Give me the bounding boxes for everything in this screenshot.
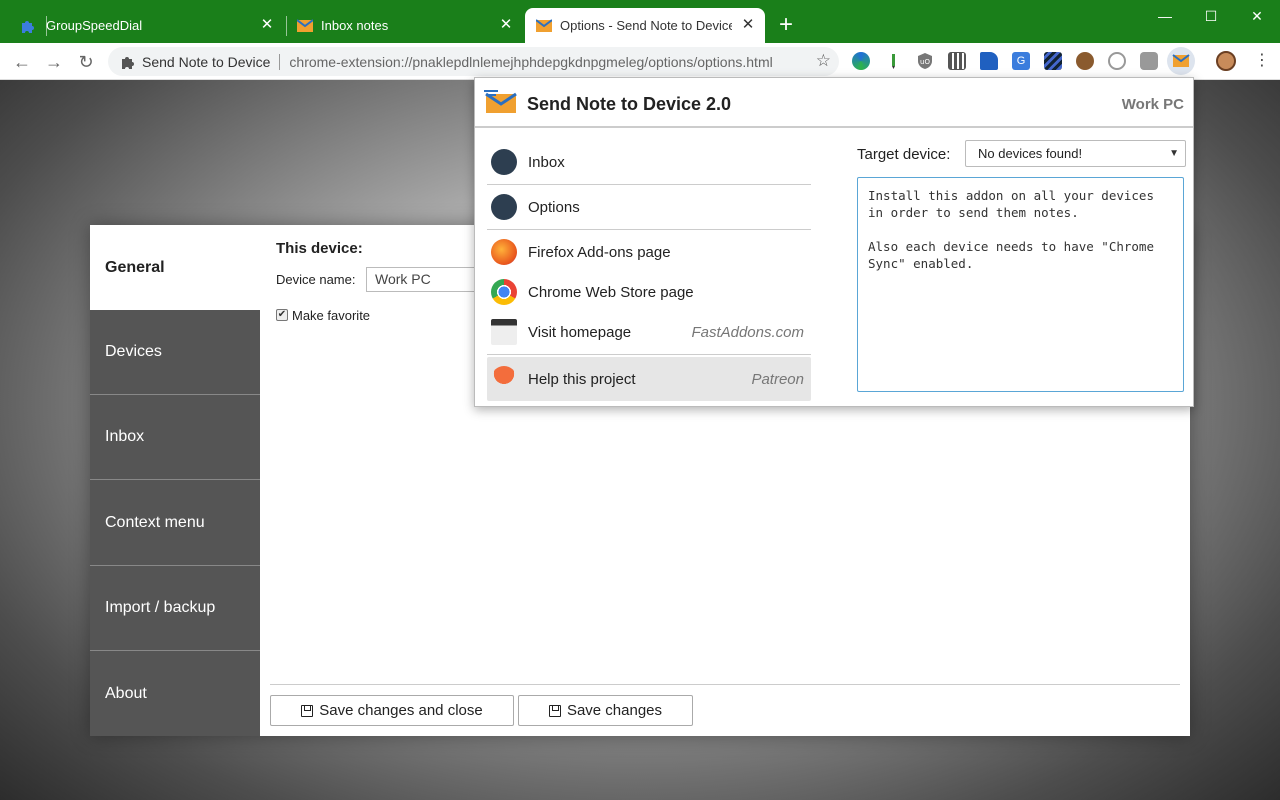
pencil-icon[interactable] (884, 52, 902, 70)
make-favorite-checkbox[interactable]: ✔ (276, 309, 288, 321)
menu-item-chrome[interactable]: Chrome Web Store page (487, 270, 811, 314)
device-name-input[interactable]: Work PC (366, 267, 486, 292)
tab-label: GroupSpeedDial (46, 18, 143, 33)
homepage-aside: FastAddons.com (691, 323, 804, 341)
maximize-button[interactable]: ☐ (1188, 4, 1234, 28)
select-value: No devices found! (978, 146, 1083, 161)
make-favorite-label: Make favorite (292, 308, 371, 323)
send-note-icon (535, 18, 553, 33)
reload-button[interactable]: ↻ (73, 49, 99, 75)
firefox-icon (491, 239, 517, 265)
close-window-button[interactable]: ✕ (1234, 4, 1280, 28)
section-title: This device: (276, 240, 363, 257)
wrench-icon (491, 194, 517, 220)
qr-icon[interactable] (948, 52, 966, 70)
parachute-icon (491, 366, 517, 392)
help-aside: Patreon (751, 370, 804, 388)
send-note-icon (296, 18, 314, 33)
homepage-icon (491, 319, 517, 345)
divider (487, 354, 811, 355)
back-button[interactable]: ← (9, 49, 35, 75)
chrome-icon (491, 279, 517, 305)
floppy-icon (301, 704, 314, 717)
popup-device-name: Work PC (1121, 96, 1184, 113)
menu-icon[interactable]: ⋮ (1254, 52, 1270, 70)
puzzle-icon[interactable] (1140, 52, 1158, 70)
tab-inbox-notes[interactable]: Inbox notes ✕ (287, 8, 523, 43)
target-device-select[interactable]: No devices found! ▼ (965, 140, 1186, 167)
ext-blue-icon[interactable] (980, 52, 998, 70)
nav-general[interactable]: General (90, 225, 260, 310)
popup-title: Send Note to Device 2.0 (527, 94, 732, 114)
profile-avatar[interactable] (1216, 51, 1236, 71)
button-label: Save changes and close (319, 702, 483, 719)
menu-item-label: Visit homepage (528, 323, 632, 341)
ublock-icon[interactable]: uO (916, 52, 934, 70)
divider (279, 53, 281, 70)
nav-import-backup[interactable]: Import / backup (90, 566, 260, 651)
menu-item-label: Firefox Add-ons page (528, 243, 671, 261)
tab-label: Inbox notes (321, 18, 389, 33)
target-device-label: Target device: (857, 146, 951, 163)
menu-item-options[interactable]: Options (487, 185, 811, 229)
translate-icon[interactable]: G (1012, 52, 1030, 70)
tab-strip: GroupSpeedDial ✕ Inbox notes ✕ Options -… (0, 0, 1280, 43)
menu-item-label: Help this project (528, 370, 636, 388)
site-title: Send Note to Device (142, 53, 271, 70)
close-tab-icon[interactable]: ✕ (739, 16, 757, 34)
menu-item-help[interactable]: Help this project Patreon (487, 357, 811, 401)
address-bar[interactable]: Send Note to Device chrome-extension://p… (108, 47, 839, 76)
popup-header: Send Note to Device 2.0 Work PC (475, 78, 1193, 128)
new-tab-button[interactable]: + (774, 13, 798, 38)
star-icon[interactable]: ☆ (816, 51, 831, 71)
menu-item-label: Options (528, 198, 580, 216)
url-text[interactable]: chrome-extension://pnaklepdlnlemejhphdep… (289, 54, 772, 70)
nav-about[interactable]: About (90, 651, 260, 736)
tab-label: Options - Send Note to Device 2.0 (560, 18, 732, 33)
note-textarea[interactable]: Install this addon on all your devices i… (857, 177, 1184, 392)
save-button[interactable]: Save changes (518, 695, 693, 726)
puzzle-icon (20, 18, 36, 34)
nav-inbox[interactable]: Inbox (90, 395, 260, 480)
nav-context-menu[interactable]: Context menu (90, 481, 260, 566)
send-note-logo-icon (484, 89, 518, 115)
forward-button[interactable]: → (41, 49, 67, 75)
save-and-close-button[interactable]: Save changes and close (270, 695, 514, 726)
inbox-icon (491, 149, 517, 175)
puzzle-icon (120, 54, 136, 70)
cookie-icon[interactable] (1076, 52, 1094, 70)
menu-item-firefox[interactable]: Firefox Add-ons page (487, 230, 811, 274)
tab-groupspeeddial[interactable]: GroupSpeedDial ✕ (8, 8, 284, 43)
divider (270, 684, 1180, 685)
menu-item-label: Inbox (528, 153, 565, 171)
menu-item-inbox[interactable]: Inbox (487, 140, 811, 184)
extension-popup: Send Note to Device 2.0 Work PC Inbox Op… (474, 77, 1194, 407)
menu-item-label: Chrome Web Store page (528, 283, 694, 301)
tab-separator (46, 16, 47, 36)
close-tab-icon[interactable]: ✕ (497, 16, 515, 34)
globe-icon[interactable] (1108, 52, 1126, 70)
floppy-icon (548, 704, 561, 717)
tab-options-active[interactable]: Options - Send Note to Device 2.0 ✕ (525, 8, 765, 43)
send-note-icon[interactable] (1167, 47, 1195, 75)
minimize-button[interactable]: — (1142, 4, 1188, 28)
svg-text:uO: uO (920, 58, 930, 66)
chevron-down-icon: ▼ (1169, 148, 1179, 159)
close-tab-icon[interactable]: ✕ (258, 16, 276, 34)
menu-item-homepage[interactable]: Visit homepage FastAddons.com (487, 310, 811, 354)
edge-icon[interactable] (852, 52, 870, 70)
device-name-label: Device name: (276, 272, 356, 287)
options-sidebar: General Devices Inbox Context menu Impor… (90, 225, 260, 736)
browser-toolbar: ← → ↻ Send Note to Device chrome-extensi… (0, 43, 1280, 80)
clapper-icon[interactable] (1044, 52, 1062, 70)
button-label: Save changes (566, 702, 663, 719)
nav-devices[interactable]: Devices (90, 310, 260, 395)
